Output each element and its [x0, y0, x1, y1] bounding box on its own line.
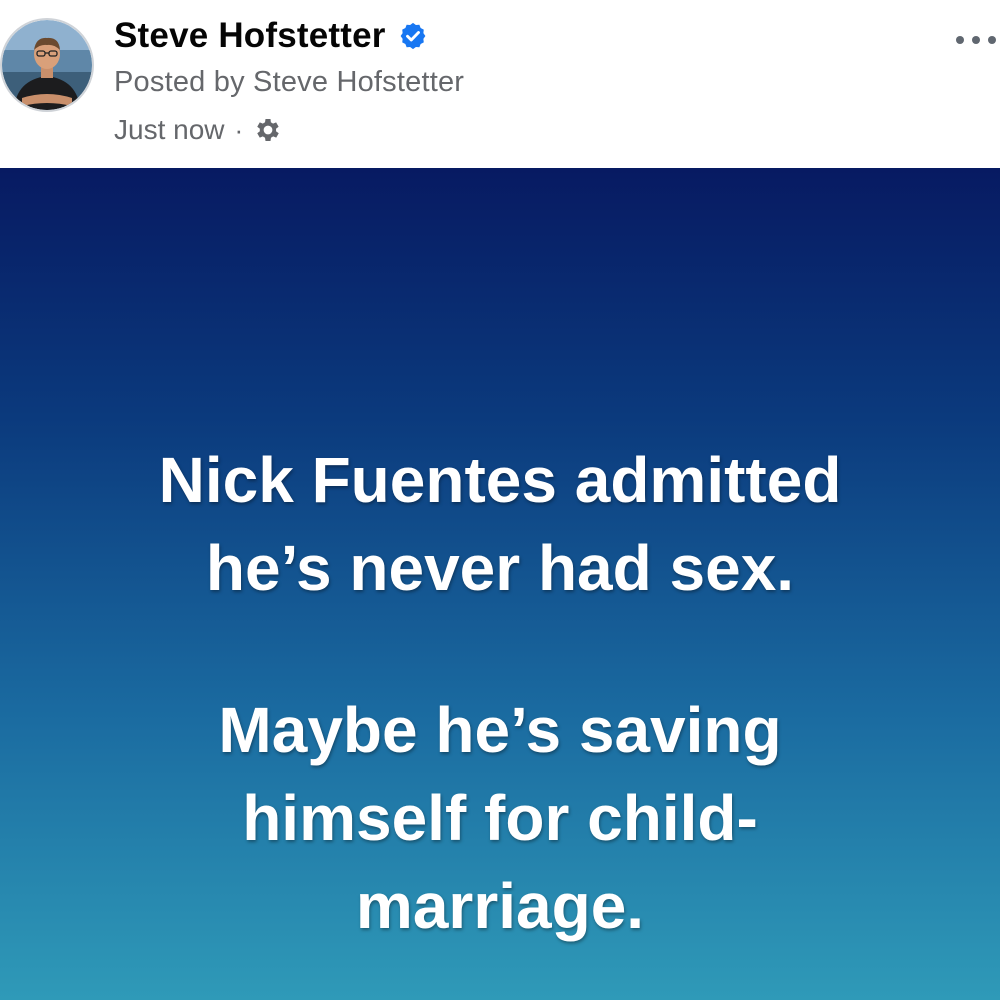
profile-photo: [2, 20, 92, 110]
gear-icon[interactable]: [253, 115, 283, 145]
post-meta: Just now ·: [114, 110, 283, 150]
post-background: Nick Fuentes admitted he’s never had sex…: [0, 168, 1000, 1000]
post-text-line: himself for child-: [242, 782, 758, 854]
more-options-button[interactable]: [956, 28, 996, 52]
avatar[interactable]: [0, 18, 94, 112]
post-text: Nick Fuentes admitted he’s never had sex…: [40, 436, 960, 950]
verified-badge-icon: [398, 21, 428, 51]
more-options-icon: [956, 36, 964, 44]
post-text-line: Nick Fuentes admitted: [158, 444, 842, 516]
posted-by-label: Posted by Steve Hofstetter: [114, 66, 465, 98]
post-text-line: Maybe he’s saving: [218, 694, 782, 766]
post-text-line: he’s never had sex.: [205, 532, 795, 604]
author-name[interactable]: Steve Hofstetter: [114, 16, 386, 56]
post-text-line: marriage.: [355, 870, 645, 942]
facebook-post: Steve Hofstetter Posted by Steve Hofstet…: [0, 0, 1000, 1000]
author-row: Steve Hofstetter: [114, 14, 428, 58]
post-header: Steve Hofstetter Posted by Steve Hofstet…: [0, 0, 1000, 168]
meta-separator: ·: [234, 114, 244, 145]
timestamp[interactable]: Just now: [114, 114, 225, 146]
